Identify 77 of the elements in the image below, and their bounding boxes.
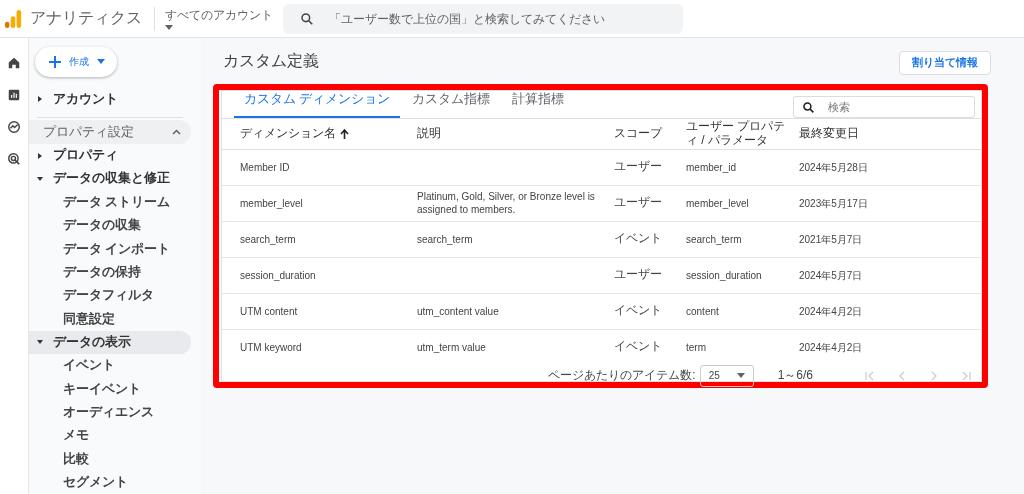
sidebar-item[interactable]: プロパティ bbox=[29, 143, 191, 168]
table-cell: utm_term value bbox=[417, 341, 486, 353]
table-cell: session_duration bbox=[686, 269, 762, 281]
table-cell: search_term bbox=[686, 233, 742, 245]
sidebar-subitem[interactable]: データ インポート bbox=[29, 237, 171, 261]
table-cell: content bbox=[686, 305, 719, 317]
sidebar-subitem[interactable]: データ ストリーム bbox=[29, 190, 171, 214]
chevron-icon bbox=[172, 129, 181, 136]
table-cell: イベント bbox=[614, 303, 662, 318]
table-cell: 2024年5月28日 bbox=[799, 161, 868, 173]
sidebar-subitem[interactable]: セグメント bbox=[29, 470, 128, 494]
table-cell: search_term bbox=[417, 233, 473, 245]
table-cell: 2024年4月2日 bbox=[799, 341, 863, 353]
tab[interactable]: カスタム指標 bbox=[402, 91, 501, 118]
search-icon bbox=[802, 101, 815, 114]
sidebar-item[interactable]: アカウント bbox=[29, 87, 191, 112]
app-title: アナリティクス bbox=[30, 8, 142, 28]
page-range: 1～6/6 bbox=[777, 367, 813, 385]
column-header[interactable]: ユーザー プロパティ / パラメータ bbox=[685, 119, 798, 150]
table-cell: 2024年5月7日 bbox=[799, 269, 863, 281]
caret-icon bbox=[37, 96, 43, 103]
table-cell: Platinum, Gold, Silver, or Bronze level is assigned to members. bbox=[417, 191, 595, 216]
sidebar-item[interactable]: データの表示 bbox=[29, 330, 191, 355]
account-picker[interactable]: すべてのアカウント bbox=[165, 7, 283, 30]
table-cell: ユーザー bbox=[614, 159, 662, 174]
table-cell: member_level bbox=[686, 197, 749, 209]
caret-icon bbox=[37, 176, 43, 182]
per-page-label: ページあたりのアイテム数: bbox=[548, 367, 696, 385]
table-cell: UTM content bbox=[240, 305, 298, 317]
table-cell: イベント bbox=[614, 231, 662, 246]
sidebar-subitem[interactable]: 同意設定 bbox=[29, 307, 115, 331]
table-cell: 2024年4月2日 bbox=[799, 305, 863, 317]
column-header[interactable]: スコープ bbox=[613, 119, 685, 150]
caret-icon bbox=[37, 339, 43, 346]
table-cell: member_id bbox=[686, 161, 737, 173]
column-header[interactable]: 説明 bbox=[416, 119, 613, 150]
plus-icon bbox=[49, 55, 61, 68]
table-search-field[interactable]: 検索 bbox=[793, 96, 975, 118]
assign-info-button[interactable]: 割り当て情報 bbox=[899, 51, 991, 75]
tab[interactable]: 計算指標 bbox=[502, 91, 575, 118]
page-title: カスタム定義 bbox=[223, 50, 319, 71]
table-cell: 2023年5月17日 bbox=[799, 197, 868, 209]
table-cell: UTM keyword bbox=[240, 341, 302, 353]
table-cell: session_duration bbox=[240, 269, 316, 281]
analytics-logo-icon bbox=[4, 7, 22, 30]
table-cell: 2021年5月7日 bbox=[799, 233, 863, 245]
sidebar-subitem[interactable]: データの収集 bbox=[29, 214, 141, 238]
table-cell: term bbox=[686, 341, 706, 353]
column-header[interactable]: ディメンション名 bbox=[222, 119, 416, 150]
table-cell: search_term bbox=[240, 233, 296, 245]
caret-icon bbox=[97, 59, 105, 65]
section-header[interactable]: プロパティ設定 bbox=[29, 120, 191, 144]
sidebar-subitem[interactable]: メモ bbox=[29, 424, 89, 448]
explore-icon[interactable] bbox=[5, 118, 23, 136]
column-header[interactable]: 最終変更日 bbox=[798, 119, 981, 150]
caret-icon bbox=[37, 152, 43, 159]
caret-icon bbox=[165, 25, 173, 30]
table-cell: イベント bbox=[614, 339, 662, 354]
caret-icon bbox=[736, 373, 745, 379]
table-cell: ユーザー bbox=[614, 267, 662, 282]
table-cell: ユーザー bbox=[614, 195, 662, 210]
per-page-select[interactable]: 25 bbox=[699, 364, 754, 387]
target-icon[interactable] bbox=[5, 150, 23, 168]
table-cell: utm_content value bbox=[417, 305, 499, 317]
table-cell: member_level bbox=[240, 197, 303, 209]
sidebar-subitem[interactable]: オーディエンス bbox=[29, 400, 154, 425]
search-field[interactable]: 「ユーザー数で上位の国」と検索してみてください bbox=[283, 3, 683, 34]
sidebar-subitem[interactable]: キーイベント bbox=[29, 377, 141, 401]
table-cell: Member ID bbox=[240, 161, 290, 173]
search-icon bbox=[300, 11, 314, 26]
sidebar-subitem[interactable]: 比較 bbox=[29, 447, 89, 471]
create-button[interactable]: 作成 bbox=[35, 47, 117, 77]
tab[interactable]: カスタム ディメンション bbox=[234, 91, 401, 118]
sidebar-subitem[interactable]: データフィルタ bbox=[29, 284, 154, 308]
sidebar-item[interactable]: データの収集と修正 bbox=[29, 167, 191, 191]
sidebar-subitem[interactable]: イベント bbox=[29, 354, 115, 378]
sidebar-subitem[interactable]: データの保持 bbox=[29, 260, 141, 285]
